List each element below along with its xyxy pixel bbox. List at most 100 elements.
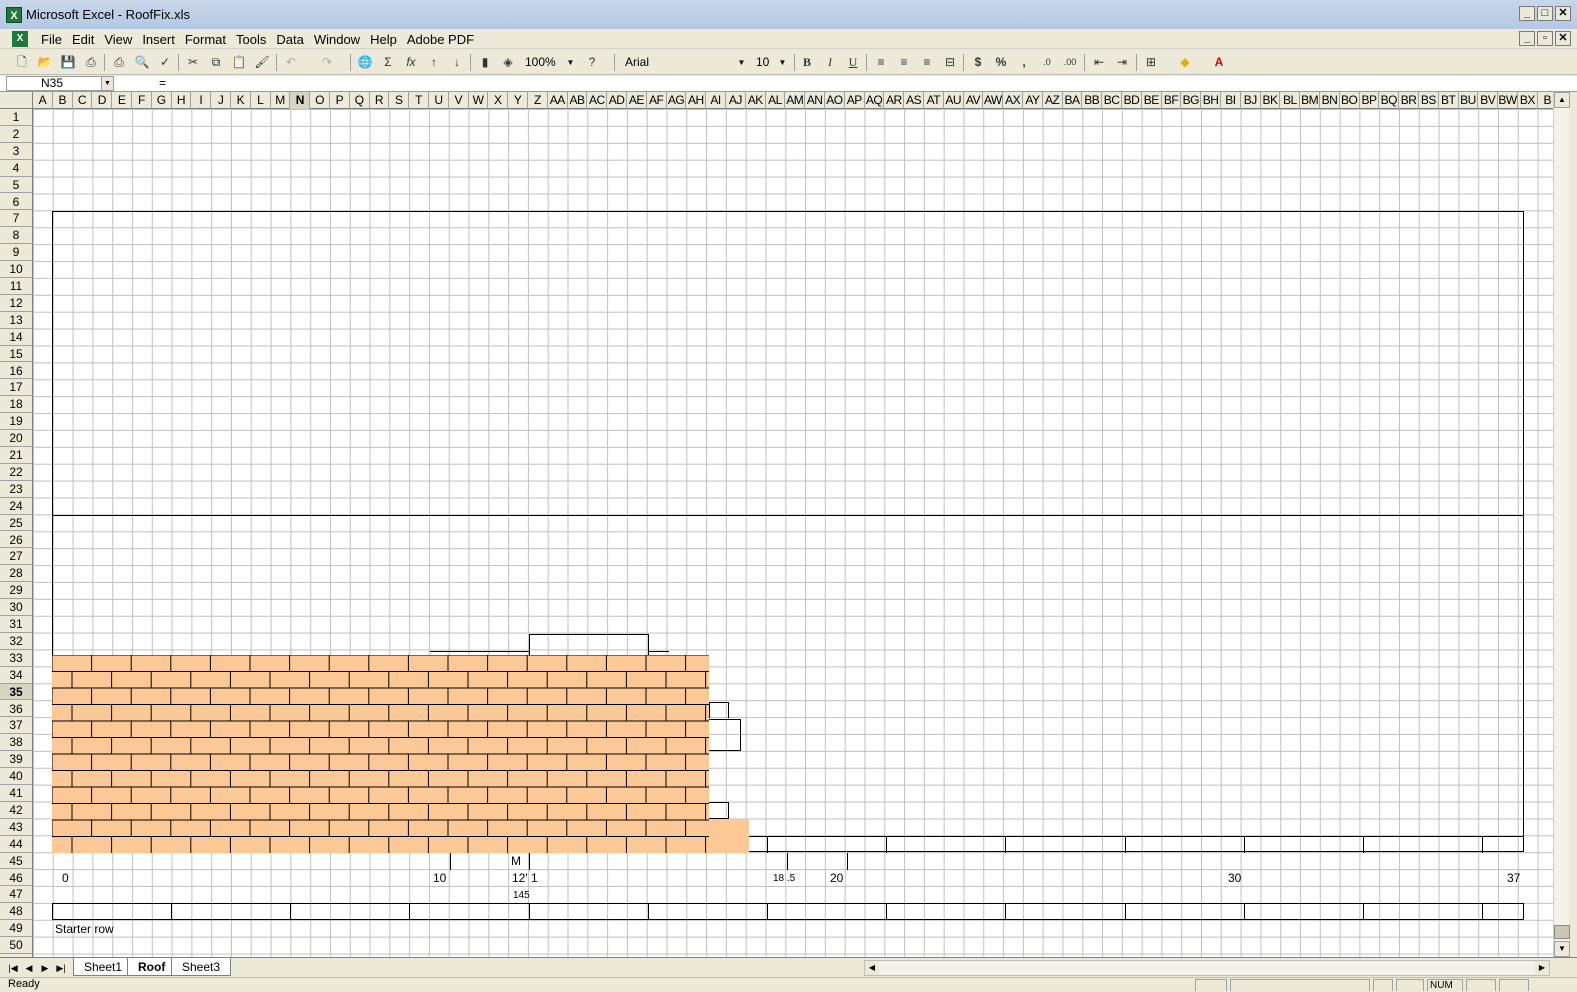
row-header[interactable]: 35: [0, 683, 32, 701]
column-header[interactable]: AY: [1023, 92, 1043, 109]
column-header[interactable]: J: [211, 92, 231, 109]
format-painter-icon[interactable]: 🖌: [252, 53, 272, 72]
column-header[interactable]: P: [330, 92, 350, 109]
column-header[interactable]: BJ: [1241, 92, 1261, 109]
row-header[interactable]: 25: [0, 515, 32, 532]
row-header[interactable]: 50: [0, 937, 32, 954]
row-header[interactable]: 31: [0, 616, 32, 633]
last-sheet-icon[interactable]: ▶|: [54, 961, 68, 975]
column-header[interactable]: BO: [1340, 92, 1360, 109]
row-header[interactable]: 48: [0, 903, 32, 921]
underline-button[interactable]: U: [843, 53, 863, 72]
next-sheet-icon[interactable]: ▶: [38, 961, 52, 975]
row-header[interactable]: 9: [0, 244, 32, 262]
column-header[interactable]: O: [310, 92, 330, 109]
help-icon[interactable]: ?: [582, 53, 602, 72]
column-header[interactable]: AU: [944, 92, 964, 109]
column-header[interactable]: AR: [884, 92, 905, 109]
prev-sheet-icon[interactable]: ◀: [22, 961, 36, 975]
column-header[interactable]: D: [92, 92, 113, 109]
scroll-left-icon[interactable]: ◀: [865, 961, 879, 975]
column-header[interactable]: BL: [1280, 92, 1301, 109]
row-header[interactable]: 24: [0, 498, 32, 515]
column-header[interactable]: BI: [1221, 92, 1241, 109]
column-header[interactable]: AS: [904, 92, 924, 109]
copy-icon[interactable]: ⧉: [206, 53, 226, 72]
column-header[interactable]: AP: [845, 92, 865, 109]
column-header[interactable]: AH: [686, 92, 707, 109]
column-header[interactable]: AC: [587, 92, 608, 109]
column-header[interactable]: Y: [508, 92, 528, 109]
undo-icon[interactable]: ↶: [281, 53, 301, 72]
column-header[interactable]: S: [389, 92, 410, 109]
column-header[interactable]: AG: [667, 92, 687, 109]
column-header[interactable]: BG: [1181, 92, 1202, 109]
workbook-icon[interactable]: X: [12, 31, 28, 47]
sheet-tab-sheet3[interactable]: Sheet3: [171, 958, 232, 976]
column-header[interactable]: AL: [766, 92, 786, 109]
chart-wizard-icon[interactable]: ▮: [475, 53, 495, 72]
column-header[interactable]: X: [488, 92, 509, 109]
sort-descending-icon[interactable]: ↓: [447, 53, 467, 72]
column-header[interactable]: W: [469, 92, 489, 109]
column-header[interactable]: H: [172, 92, 192, 109]
column-header[interactable]: BE: [1142, 92, 1162, 109]
row-header[interactable]: 14: [0, 329, 32, 346]
row-header[interactable]: 34: [0, 667, 32, 684]
row-header[interactable]: 44: [0, 836, 32, 853]
column-header[interactable]: U: [429, 92, 449, 109]
row-header[interactable]: 10: [0, 261, 32, 278]
row-header[interactable]: 2: [0, 126, 32, 143]
column-header[interactable]: B: [53, 92, 73, 109]
new-icon[interactable]: 🗋: [12, 53, 32, 72]
select-all-corner[interactable]: [0, 92, 33, 109]
row-header[interactable]: 29: [0, 582, 32, 600]
bold-button[interactable]: B: [797, 53, 817, 72]
row-header[interactable]: 40: [0, 768, 32, 785]
column-header[interactable]: F: [132, 92, 152, 109]
menu-insert[interactable]: Insert: [137, 31, 180, 48]
horizontal-scrollbar[interactable]: ◀ ▶: [864, 960, 1550, 976]
column-header[interactable]: AV: [964, 92, 984, 109]
column-header[interactable]: BK: [1261, 92, 1281, 109]
column-header[interactable]: BA: [1063, 92, 1083, 109]
align-left-icon[interactable]: ≡: [871, 53, 891, 72]
column-header[interactable]: AN: [805, 92, 825, 109]
column-header[interactable]: AQ: [865, 92, 885, 109]
menu-window[interactable]: Window: [309, 31, 365, 48]
sort-ascending-icon[interactable]: ↑: [424, 53, 444, 72]
doc-restore-button[interactable]: ▫: [1537, 31, 1553, 46]
column-header[interactable]: AE: [627, 92, 647, 109]
name-box[interactable]: N35 ▼: [6, 76, 114, 91]
row-header[interactable]: 37: [0, 717, 32, 735]
vertical-scrollbar[interactable]: ▲ ▼: [1553, 92, 1570, 957]
column-header[interactable]: V: [449, 92, 469, 109]
row-header[interactable]: 39: [0, 751, 32, 769]
first-sheet-icon[interactable]: |◀: [6, 961, 20, 975]
row-header[interactable]: 38: [0, 734, 32, 752]
column-header[interactable]: AD: [607, 92, 627, 109]
align-right-icon[interactable]: ≡: [917, 53, 937, 72]
column-header[interactable]: G: [152, 92, 172, 109]
doc-minimize-button[interactable]: _: [1519, 31, 1535, 46]
permission-icon[interactable]: ⎙: [81, 53, 101, 72]
close-button[interactable]: ✕: [1555, 6, 1571, 21]
row-header[interactable]: 23: [0, 481, 32, 498]
save-icon[interactable]: 💾: [58, 53, 78, 72]
column-header[interactable]: AM: [785, 92, 806, 109]
column-header[interactable]: BQ: [1379, 92, 1400, 109]
minimize-button[interactable]: _: [1519, 6, 1535, 21]
column-header[interactable]: BS: [1419, 92, 1439, 109]
cut-icon[interactable]: ✂: [183, 53, 203, 72]
drawing-icon[interactable]: ◈: [498, 53, 518, 72]
menu-format[interactable]: Format: [180, 31, 231, 48]
row-header[interactable]: 21: [0, 447, 32, 464]
row-header[interactable]: 1: [0, 109, 32, 126]
column-header[interactable]: B: [1538, 92, 1553, 109]
row-header[interactable]: 20: [0, 430, 32, 447]
column-header[interactable]: C: [73, 92, 93, 109]
autosum-icon[interactable]: Σ: [378, 53, 398, 72]
row-header[interactable]: 11: [0, 278, 32, 295]
row-header[interactable]: 19: [0, 413, 32, 431]
zoom-select[interactable]: 100% ▼: [521, 53, 578, 72]
